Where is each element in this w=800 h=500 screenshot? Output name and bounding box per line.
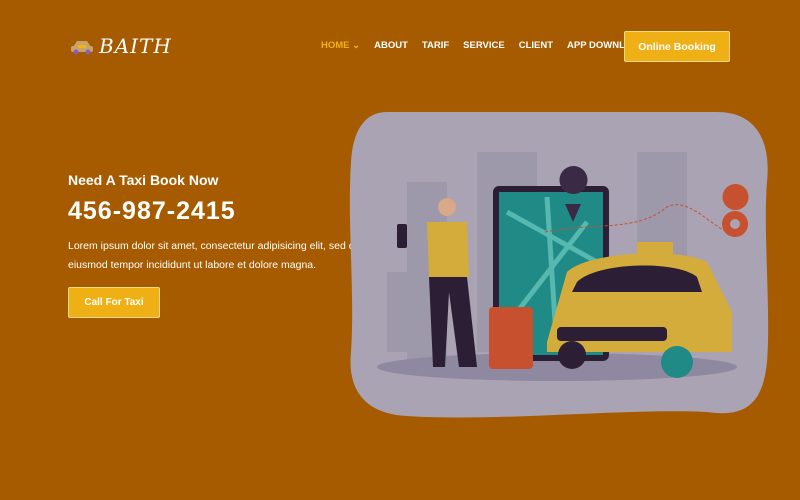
hero-phone: 456-987-2415: [68, 197, 236, 225]
nav-tarif[interactable]: TARIF: [422, 40, 449, 51]
call-for-taxi-button[interactable]: Call For Taxi: [68, 287, 160, 318]
chevron-down-icon: ⌄: [352, 40, 361, 51]
hero-description: Lorem ipsum dolor sit amet, consectetur …: [68, 240, 361, 271]
online-booking-button[interactable]: Online Booking: [624, 31, 730, 62]
nav-about[interactable]: ABOUT: [374, 40, 408, 51]
main-nav: HOME ⌄ ABOUT TARIF SERVICE CLIENT APP DO…: [321, 40, 646, 51]
taxi-icon: [71, 41, 93, 55]
brand-name: BAITH: [99, 34, 172, 58]
nav-service[interactable]: SERVICE: [463, 40, 505, 51]
logo[interactable]: BAITH: [69, 34, 172, 58]
hero-subtitle: Need A Taxi Book Now: [68, 172, 219, 188]
taxi-booking-illustration: [349, 112, 769, 418]
nav-home[interactable]: HOME ⌄: [321, 40, 360, 51]
nav-client[interactable]: CLIENT: [519, 40, 553, 51]
nav-label: HOME: [321, 40, 350, 51]
